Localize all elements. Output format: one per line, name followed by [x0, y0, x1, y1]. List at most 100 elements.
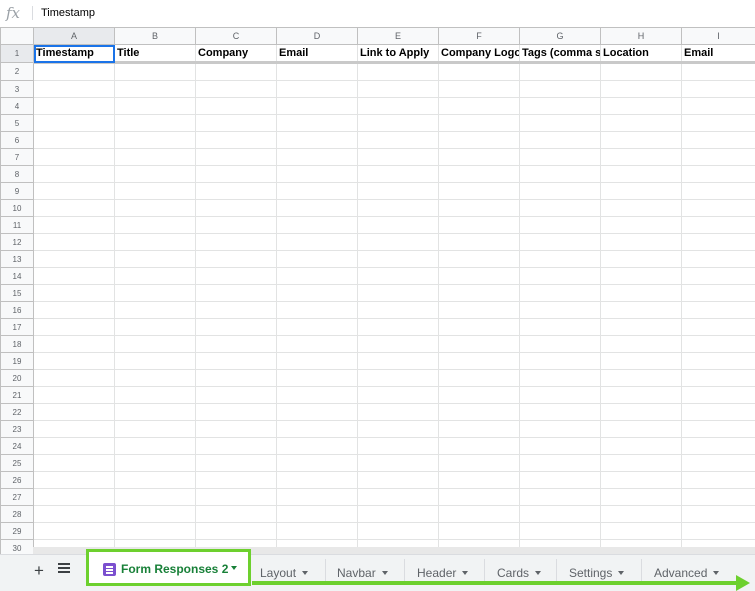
- cell[interactable]: [520, 353, 601, 370]
- cell[interactable]: [439, 217, 520, 234]
- cell[interactable]: [358, 319, 439, 336]
- cell[interactable]: [34, 506, 115, 523]
- cell[interactable]: [682, 302, 755, 319]
- cell[interactable]: [34, 115, 115, 132]
- row-header[interactable]: 27: [1, 489, 34, 506]
- cell[interactable]: [34, 523, 115, 540]
- cell[interactable]: [277, 285, 358, 302]
- chevron-down-icon[interactable]: [231, 566, 237, 570]
- cell[interactable]: [34, 234, 115, 251]
- cell[interactable]: [196, 506, 277, 523]
- row-header[interactable]: 2: [1, 63, 34, 81]
- cell[interactable]: [520, 302, 601, 319]
- cell[interactable]: [601, 63, 682, 81]
- cell[interactable]: [115, 455, 196, 472]
- row-header[interactable]: 29: [1, 523, 34, 540]
- cell[interactable]: [439, 319, 520, 336]
- row-header[interactable]: 28: [1, 506, 34, 523]
- cell[interactable]: [358, 438, 439, 455]
- cell[interactable]: [277, 183, 358, 200]
- cell[interactable]: [34, 370, 115, 387]
- cell[interactable]: [439, 387, 520, 404]
- cell[interactable]: [277, 370, 358, 387]
- cell[interactable]: [277, 353, 358, 370]
- cell[interactable]: [439, 302, 520, 319]
- column-header-b[interactable]: B: [115, 28, 196, 45]
- cell[interactable]: [115, 183, 196, 200]
- tab-header[interactable]: Header: [417, 563, 468, 583]
- cell[interactable]: [196, 302, 277, 319]
- cell[interactable]: [196, 404, 277, 421]
- cell[interactable]: [196, 166, 277, 183]
- cell[interactable]: [358, 115, 439, 132]
- cell[interactable]: [34, 319, 115, 336]
- row-header[interactable]: 19: [1, 353, 34, 370]
- cell[interactable]: [682, 132, 755, 149]
- tab-settings[interactable]: Settings: [569, 563, 624, 583]
- cell[interactable]: [34, 166, 115, 183]
- cell[interactable]: [682, 336, 755, 353]
- column-header-d[interactable]: D: [277, 28, 358, 45]
- cell[interactable]: [601, 149, 682, 166]
- cell[interactable]: [520, 336, 601, 353]
- cell[interactable]: [196, 370, 277, 387]
- cell[interactable]: [115, 370, 196, 387]
- cell[interactable]: [439, 166, 520, 183]
- cell[interactable]: [439, 183, 520, 200]
- formula-input[interactable]: Timestamp: [41, 7, 95, 20]
- cell[interactable]: [439, 132, 520, 149]
- cell[interactable]: [358, 370, 439, 387]
- column-header-i[interactable]: I: [682, 28, 755, 45]
- cell[interactable]: [358, 387, 439, 404]
- cell[interactable]: [601, 353, 682, 370]
- cell[interactable]: [34, 81, 115, 98]
- cell[interactable]: [115, 200, 196, 217]
- cell[interactable]: [196, 63, 277, 81]
- cell[interactable]: [196, 353, 277, 370]
- cell-g1[interactable]: Tags (comma se: [520, 45, 601, 63]
- cell-h1[interactable]: Location: [601, 45, 682, 63]
- cell[interactable]: [682, 285, 755, 302]
- cell[interactable]: [520, 63, 601, 81]
- cell[interactable]: [520, 506, 601, 523]
- cell[interactable]: [196, 523, 277, 540]
- cell[interactable]: [682, 234, 755, 251]
- cell[interactable]: [34, 149, 115, 166]
- row-header[interactable]: 10: [1, 200, 34, 217]
- row-header[interactable]: 18: [1, 336, 34, 353]
- cell[interactable]: [277, 421, 358, 438]
- cell[interactable]: [520, 149, 601, 166]
- cell[interactable]: [358, 217, 439, 234]
- cell[interactable]: [520, 217, 601, 234]
- row-header[interactable]: 20: [1, 370, 34, 387]
- cell[interactable]: [439, 404, 520, 421]
- cell[interactable]: [439, 336, 520, 353]
- cell[interactable]: [277, 404, 358, 421]
- cell[interactable]: [601, 370, 682, 387]
- cell[interactable]: [115, 489, 196, 506]
- cell[interactable]: [358, 404, 439, 421]
- row-header[interactable]: 14: [1, 268, 34, 285]
- cell[interactable]: [358, 63, 439, 81]
- cell[interactable]: [196, 387, 277, 404]
- cell[interactable]: [358, 132, 439, 149]
- cell[interactable]: [358, 166, 439, 183]
- cell[interactable]: [439, 489, 520, 506]
- cell[interactable]: [520, 234, 601, 251]
- cell[interactable]: [277, 506, 358, 523]
- all-sheets-menu-icon[interactable]: [58, 563, 70, 575]
- cell[interactable]: [520, 319, 601, 336]
- tab-layout[interactable]: Layout: [260, 563, 308, 583]
- cell[interactable]: [682, 523, 755, 540]
- cell[interactable]: [682, 251, 755, 268]
- row-header[interactable]: 21: [1, 387, 34, 404]
- cell[interactable]: [196, 200, 277, 217]
- cell[interactable]: [277, 63, 358, 81]
- row-header[interactable]: 17: [1, 319, 34, 336]
- cell[interactable]: [601, 98, 682, 115]
- cell[interactable]: [277, 438, 358, 455]
- cell[interactable]: [115, 115, 196, 132]
- cell[interactable]: [439, 98, 520, 115]
- cell[interactable]: [520, 115, 601, 132]
- cell[interactable]: [439, 370, 520, 387]
